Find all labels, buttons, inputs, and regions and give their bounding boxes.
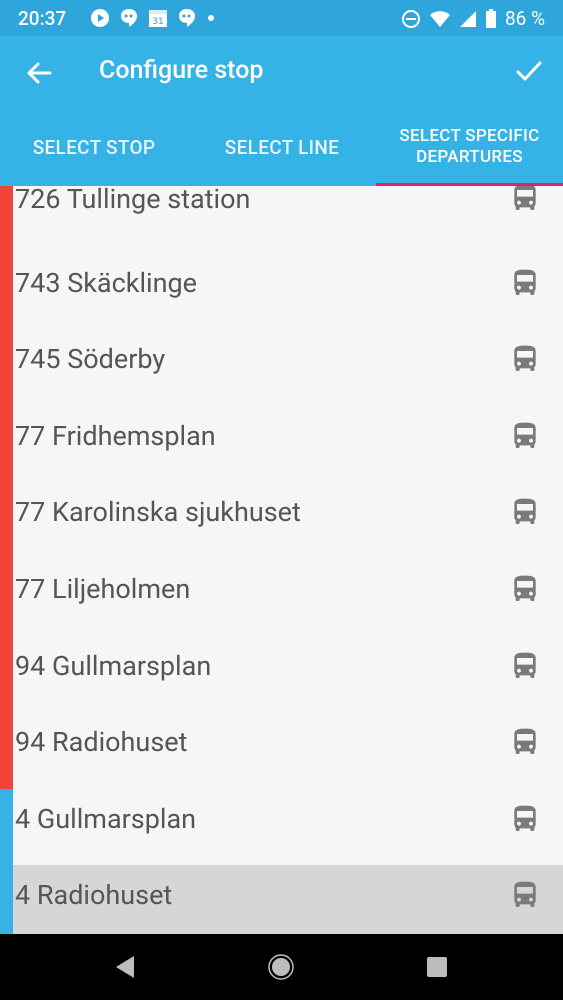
dnd-icon	[402, 9, 420, 28]
departure-label: 4 Gullmarsplan	[15, 802, 197, 835]
battery-percent: 86 %	[505, 7, 545, 30]
play-notification-icon	[91, 9, 109, 27]
departure-row[interactable]: 94 Gullmarsplan	[0, 635, 563, 713]
line-color-bar	[0, 405, 13, 483]
tab-bar: SELECT STOP SELECT LINE SELECT SPECIFIC …	[0, 108, 563, 186]
departure-label: 4 Radiohuset	[15, 879, 173, 912]
tab-label: SELECT LINE	[224, 135, 340, 159]
notification-icons: 31	[90, 8, 216, 28]
bus-icon	[514, 186, 536, 210]
departure-label: 77 Karolinska sjukhuset	[15, 496, 301, 529]
bus-icon	[514, 805, 536, 831]
bus-icon	[514, 652, 536, 678]
departure-row[interactable]: 77 Karolinska sjukhuset	[0, 482, 563, 560]
bus-icon	[514, 728, 536, 755]
departure-row[interactable]: 77 Liljeholmen	[0, 559, 563, 636]
line-color-bar	[0, 252, 13, 330]
signal-icon	[460, 10, 476, 27]
departure-label: 743 Skäcklinge	[15, 266, 197, 299]
bus-icon	[514, 882, 536, 908]
line-color-bar	[0, 559, 13, 636]
bus-icon	[514, 575, 536, 601]
system-nav-bar	[0, 934, 563, 1000]
chat-notification-icon-2	[179, 9, 195, 27]
tab-label: SELECT SPECIFIC DEPARTURES	[399, 126, 540, 167]
departure-row[interactable]: 743 Skäcklinge	[0, 252, 563, 330]
bus-icon	[514, 422, 536, 448]
nav-back-icon[interactable]	[113, 954, 137, 980]
departure-label: 77 Fridhemsplan	[15, 419, 216, 452]
system-icons: 86 %	[401, 7, 545, 30]
wifi-icon	[430, 10, 450, 27]
line-color-bar	[0, 712, 13, 790]
line-color-bar	[0, 635, 13, 713]
line-color-bar	[0, 186, 13, 253]
tab-select-line[interactable]: SELECT LINE	[188, 108, 376, 186]
bus-icon	[514, 499, 536, 525]
departure-label: 726 Tullinge station	[15, 186, 251, 215]
line-color-bar	[0, 865, 13, 934]
page-title: Configure stop	[99, 56, 264, 85]
departure-row[interactable]: 4 Radiohuset	[0, 865, 563, 934]
departure-label: 745 Söderby	[15, 343, 166, 376]
departure-label: 94 Radiohuset	[15, 726, 188, 759]
chat-notification-icon	[121, 9, 137, 27]
departure-row[interactable]: 726 Tullinge station	[0, 186, 563, 253]
back-arrow-icon[interactable]	[24, 58, 54, 88]
line-color-bar	[0, 482, 13, 560]
tab-select-specific-departures[interactable]: SELECT SPECIFIC DEPARTURES	[376, 108, 563, 186]
nav-recents-icon[interactable]	[426, 956, 448, 978]
more-notifications-dot-icon	[208, 15, 214, 21]
tab-label: SELECT STOP	[32, 135, 156, 159]
departure-row[interactable]: 94 Radiohuset	[0, 712, 563, 790]
departure-row[interactable]: 77 Fridhemsplan	[0, 405, 563, 483]
app-bar: Configure stop	[0, 36, 563, 108]
bus-icon	[514, 269, 536, 295]
departure-label: 77 Liljeholmen	[15, 573, 191, 605]
bus-icon	[514, 345, 536, 372]
nav-home-icon[interactable]	[268, 954, 294, 980]
departure-row[interactable]: 745 Söderby	[0, 329, 563, 407]
calendar-notification-icon: 31	[149, 10, 167, 27]
battery-icon	[486, 8, 496, 28]
svg-text:31: 31	[152, 17, 163, 27]
departure-row[interactable]: 4 Gullmarsplan	[0, 788, 563, 866]
status-time: 20:37	[18, 7, 67, 30]
line-color-bar	[0, 329, 13, 407]
departure-label: 94 Gullmarsplan	[15, 649, 212, 682]
departures-list[interactable]: 726 Tullinge station 743 Skäcklinge 745 Sö…	[0, 186, 563, 934]
line-color-bar	[0, 788, 13, 866]
tab-select-stop[interactable]: SELECT STOP	[0, 108, 188, 186]
status-bar: 20:37 31 86 %	[0, 0, 563, 36]
confirm-check-icon[interactable]	[514, 56, 544, 86]
